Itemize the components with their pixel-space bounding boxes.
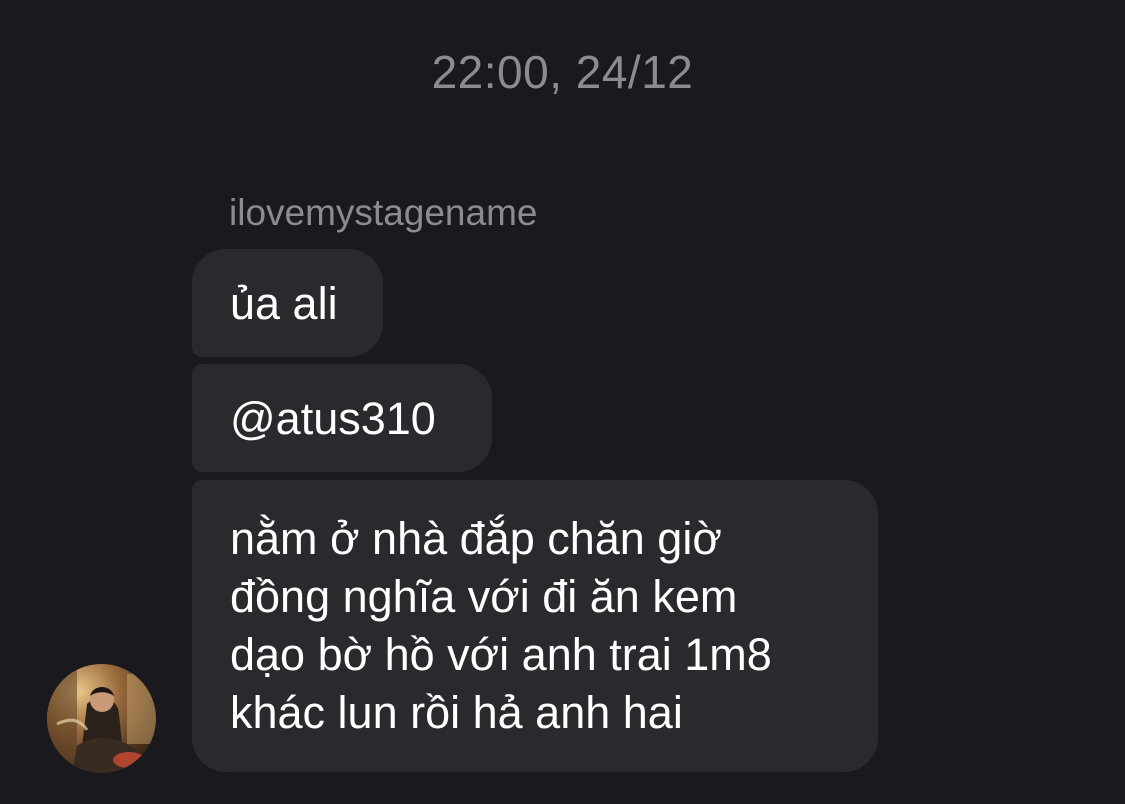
- message-timestamp: 22:00, 24/12: [431, 46, 694, 98]
- message-bubble[interactable]: nằm ở nhà đắp chăn giờ đồng nghĩa với đi…: [192, 480, 878, 772]
- mention-link[interactable]: @atus310: [230, 393, 436, 444]
- message-text-line: nằm ở nhà đắp chăn giờ: [230, 513, 722, 564]
- avatar-photo-icon: [47, 664, 156, 773]
- sender-avatar[interactable]: [47, 664, 156, 773]
- message-bubble[interactable]: ủa ali: [192, 249, 383, 357]
- message-text: ủa ali: [230, 278, 338, 329]
- chat-thread: 22:00, 24/12 ilovemystagename ủa ali @at…: [0, 0, 1125, 804]
- message-bubble-mention[interactable]: @atus310: [192, 364, 492, 472]
- message-text-line: đồng nghĩa với đi ăn kem: [230, 571, 738, 622]
- sender-name[interactable]: ilovemystagename: [229, 188, 537, 238]
- message-text-line: khác lun rồi hả anh hai: [230, 687, 683, 738]
- message-text-line: dạo bờ hồ với anh trai 1m8: [230, 629, 772, 680]
